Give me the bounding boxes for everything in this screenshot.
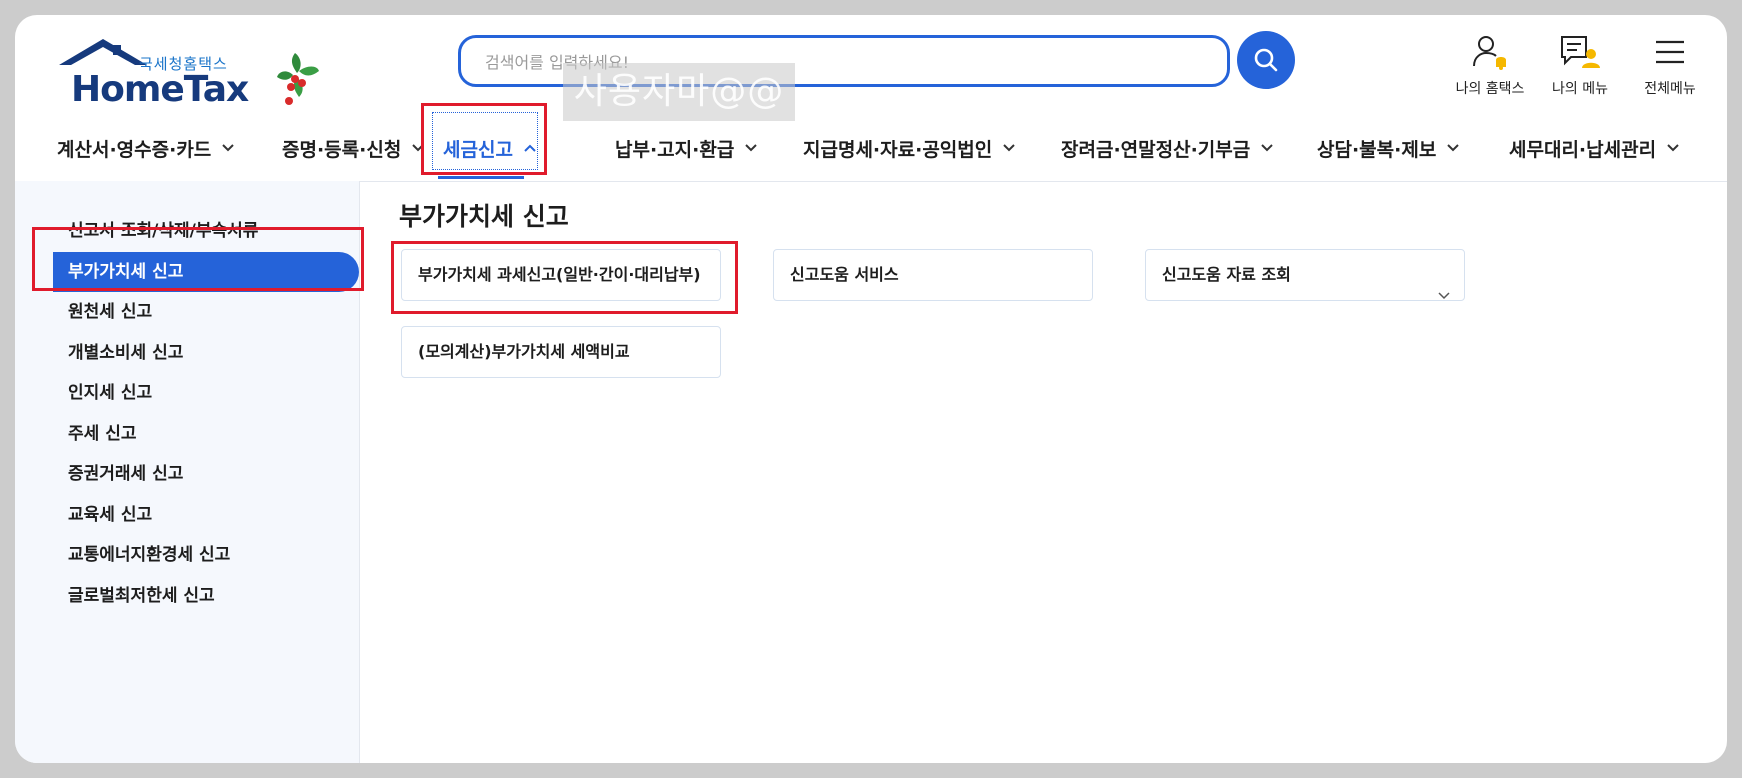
sidebar-item-securities[interactable]: 증권거래세 신고 bbox=[53, 454, 343, 494]
card-filing-help[interactable]: 신고도움 서비스 bbox=[773, 249, 1093, 301]
logo-name: HomeTax bbox=[71, 69, 249, 110]
util-label-my-hometax: 나의 홈택스 bbox=[1455, 81, 1525, 97]
chevron-down-icon bbox=[1002, 143, 1016, 153]
focus-outline bbox=[432, 112, 538, 170]
nav-label: 지급명세·자료·공익법인 bbox=[803, 138, 993, 161]
card-help-data-lookup[interactable]: 신고도움 자료 조회 bbox=[1145, 249, 1465, 301]
sidebar-item-stamp[interactable]: 인지세 신고 bbox=[53, 373, 343, 413]
nav-item-certificates[interactable]: 증명·등록·신청 bbox=[282, 115, 425, 181]
nav-item-consulting[interactable]: 상담·불복·제보 bbox=[1317, 115, 1460, 181]
holly-icon bbox=[277, 53, 319, 105]
nav-label: 장려금·연말정산·기부금 bbox=[1061, 138, 1251, 161]
util-label-my-menu: 나의 메뉴 bbox=[1552, 81, 1608, 97]
sidebar-item-global-minimum[interactable]: 글로벌최저한세 신고 bbox=[53, 576, 343, 616]
chevron-down-icon bbox=[744, 143, 758, 153]
utility-menu: 나의 홈택스 나의 메뉴 전체메뉴 bbox=[1445, 30, 1715, 110]
nav-label: 납부·고지·환급 bbox=[615, 138, 735, 161]
my-menu-icon bbox=[1535, 30, 1625, 74]
card-mock-calculation[interactable]: (모의계산)부가가치세 세액비교 bbox=[401, 326, 721, 378]
sidebar-item-transport-energy[interactable]: 교통에너지환경세 신고 bbox=[53, 535, 343, 575]
hamburger-icon bbox=[1625, 30, 1715, 74]
my-menu-button[interactable]: 나의 메뉴 bbox=[1535, 30, 1625, 98]
chevron-down-icon bbox=[1260, 143, 1274, 153]
nav-highlight-box bbox=[421, 103, 547, 175]
card-highlight-box bbox=[391, 241, 738, 314]
main-nav: 계산서·영수증·카드 증명·등록·신청 세금신고 납부·고지·환급 지급명세·자… bbox=[15, 115, 1727, 182]
sidebar-highlight-box bbox=[32, 227, 364, 291]
search-icon bbox=[1254, 48, 1278, 72]
nav-label: 계산서·영수증·카드 bbox=[57, 138, 212, 161]
sidebar-item-excise[interactable]: 개별소비세 신고 bbox=[53, 333, 343, 373]
chevron-down-icon bbox=[1666, 143, 1680, 153]
nav-item-statements[interactable]: 지급명세·자료·공익법인 bbox=[803, 115, 1016, 181]
search-button[interactable] bbox=[1237, 31, 1295, 89]
user-bell-icon bbox=[1445, 30, 1535, 74]
my-hometax-button[interactable]: 나의 홈택스 bbox=[1445, 30, 1535, 98]
chevron-down-icon bbox=[1438, 270, 1450, 320]
nav-item-payment[interactable]: 납부·고지·환급 bbox=[615, 115, 758, 181]
nav-item-incentives[interactable]: 장려금·연말정산·기부금 bbox=[1061, 115, 1274, 181]
hometax-logo[interactable]: 국세청홈택스 HomeTax bbox=[57, 33, 319, 119]
card-label: 신고도움 자료 조회 bbox=[1162, 265, 1291, 284]
page-title: 부가가치세 신고 bbox=[399, 202, 569, 231]
chevron-down-icon bbox=[1446, 143, 1460, 153]
user-watermark: 사용자마@@ bbox=[563, 63, 795, 121]
nav-label: 상담·불복·제보 bbox=[1317, 138, 1437, 161]
nav-item-invoice[interactable]: 계산서·영수증·카드 bbox=[57, 115, 235, 181]
all-menu-button[interactable]: 전체메뉴 bbox=[1625, 30, 1715, 98]
chevron-down-icon bbox=[221, 143, 235, 153]
nav-label: 세무대리·납세관리 bbox=[1509, 138, 1657, 161]
sidebar-item-liquor[interactable]: 주세 신고 bbox=[53, 414, 343, 454]
util-label-all-menu: 전체메뉴 bbox=[1644, 81, 1696, 97]
sidebar-item-education[interactable]: 교육세 신고 bbox=[53, 495, 343, 535]
nav-item-tax-agent[interactable]: 세무대리·납세관리 bbox=[1509, 115, 1680, 181]
nav-label: 증명·등록·신청 bbox=[282, 138, 402, 161]
app-frame: 국세청홈택스 HomeTax 사용자마@@ bbox=[15, 15, 1727, 763]
nav-active-underline bbox=[438, 176, 524, 179]
sidebar-item-withholding[interactable]: 원천세 신고 bbox=[53, 292, 343, 332]
